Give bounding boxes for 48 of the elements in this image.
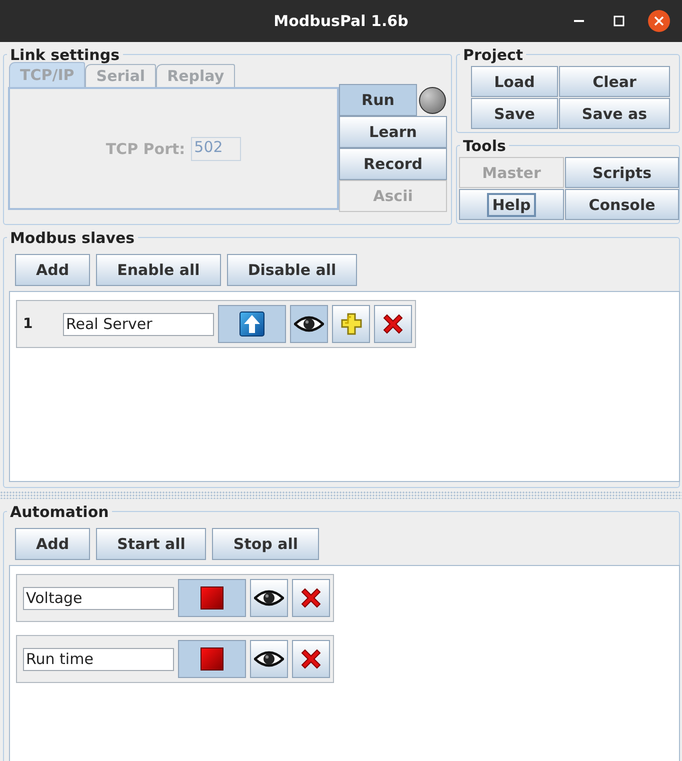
link-button[interactable]: Run xyxy=(339,84,417,116)
eye-icon xyxy=(254,650,284,668)
eye-icon xyxy=(294,315,324,333)
slaves-button[interactable]: Disable all xyxy=(226,254,358,286)
tools-button[interactable]: Console xyxy=(565,189,679,220)
close-button[interactable] xyxy=(646,8,672,34)
group-title: Tools xyxy=(463,137,506,155)
slave-id: 1 xyxy=(23,316,34,332)
stop-icon xyxy=(200,647,224,671)
window-title: ModbusPal 1.6b xyxy=(274,12,408,30)
tools-button[interactable]: Scripts xyxy=(565,157,679,188)
tools-button[interactable]: Help xyxy=(459,189,564,220)
stop-button[interactable] xyxy=(178,640,246,678)
automation-button[interactable]: Add xyxy=(15,528,90,560)
link-button[interactable]: Learn xyxy=(339,116,447,148)
slave-name-field[interactable]: Real Server xyxy=(63,312,214,336)
stop-icon xyxy=(200,586,224,610)
slaves-button[interactable]: Add xyxy=(15,254,90,286)
group-title: Project xyxy=(463,46,524,64)
project-button[interactable]: Clear xyxy=(559,66,670,97)
duplicate-button[interactable] xyxy=(332,305,370,343)
group-title: Automation xyxy=(10,503,109,521)
delete-button[interactable] xyxy=(374,305,412,343)
eye-icon xyxy=(254,589,284,607)
link-button[interactable]: Record xyxy=(339,148,447,180)
delete-icon xyxy=(299,647,323,671)
project-button[interactable]: Save xyxy=(471,98,558,129)
enable-toggle[interactable] xyxy=(218,305,286,343)
project-button[interactable]: Load xyxy=(471,66,558,97)
automation-name-field[interactable]: Voltage xyxy=(23,586,174,610)
group-title: Link settings xyxy=(10,46,120,64)
group-title: Modbus slaves xyxy=(10,229,135,247)
close-icon xyxy=(647,9,671,33)
delete-icon xyxy=(381,312,405,336)
stop-button[interactable] xyxy=(178,579,246,617)
view-button[interactable] xyxy=(290,305,328,343)
delete-button[interactable] xyxy=(292,640,330,678)
view-button[interactable] xyxy=(250,640,288,678)
view-button[interactable] xyxy=(250,579,288,617)
automation-name-field[interactable]: Run time xyxy=(23,648,174,670)
slaves-button[interactable]: Enable all xyxy=(96,254,221,286)
automation-button[interactable]: Stop all xyxy=(212,528,320,560)
delete-button[interactable] xyxy=(292,579,330,617)
maximize-icon xyxy=(613,15,625,27)
automation-button[interactable]: Start all xyxy=(96,528,206,560)
delete-icon xyxy=(299,586,323,610)
tcp-port-label: TCP Port: xyxy=(106,140,186,158)
project-button[interactable]: Save as xyxy=(559,98,670,129)
